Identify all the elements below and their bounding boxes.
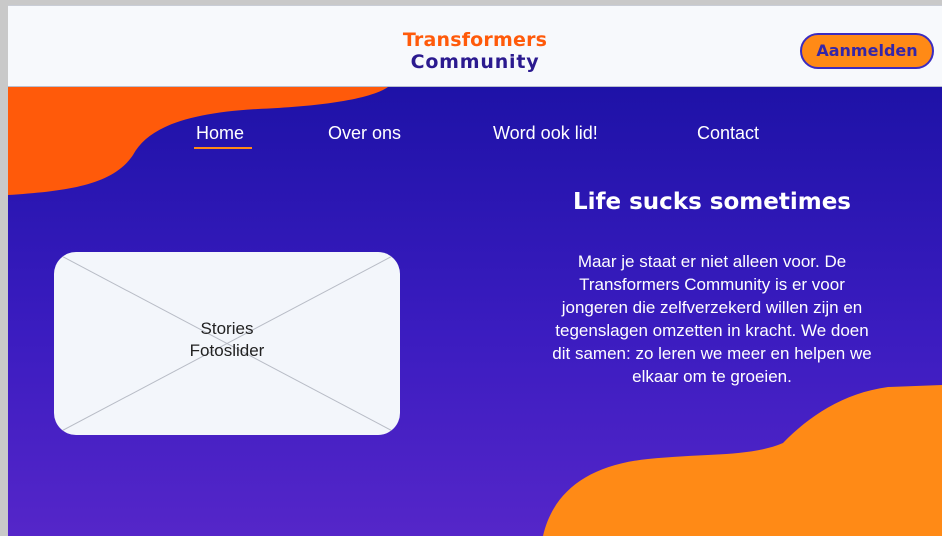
- hero-paragraph: Maar je staat er niet alleen voor. De Tr…: [552, 252, 872, 386]
- aanmelden-button[interactable]: Aanmelden: [800, 33, 934, 69]
- bottom-right-orange-blob: [543, 385, 942, 536]
- slider-label: Stories Fotoslider: [54, 318, 400, 362]
- slider-label-line1: Stories: [200, 319, 254, 338]
- nav-contact[interactable]: Contact: [697, 123, 759, 144]
- browser-viewport: Transformers Community Aanmelden Home Ov…: [0, 0, 942, 536]
- nav-word-ook-lid[interactable]: Word ook lid!: [493, 123, 598, 144]
- nav-over-ons[interactable]: Over ons: [328, 123, 401, 144]
- hero-title: Life sucks sometimes: [572, 189, 852, 215]
- slider-label-line2: Fotoslider: [189, 341, 265, 360]
- nav-home[interactable]: Home: [196, 123, 244, 144]
- stories-photo-slider[interactable]: Stories Fotoslider: [54, 252, 400, 435]
- site-header: Transformers Community Aanmelden: [8, 5, 942, 88]
- nav-active-underline: [194, 147, 252, 149]
- hero-section: Home Over ons Word ook lid! Contact Stor…: [8, 87, 942, 536]
